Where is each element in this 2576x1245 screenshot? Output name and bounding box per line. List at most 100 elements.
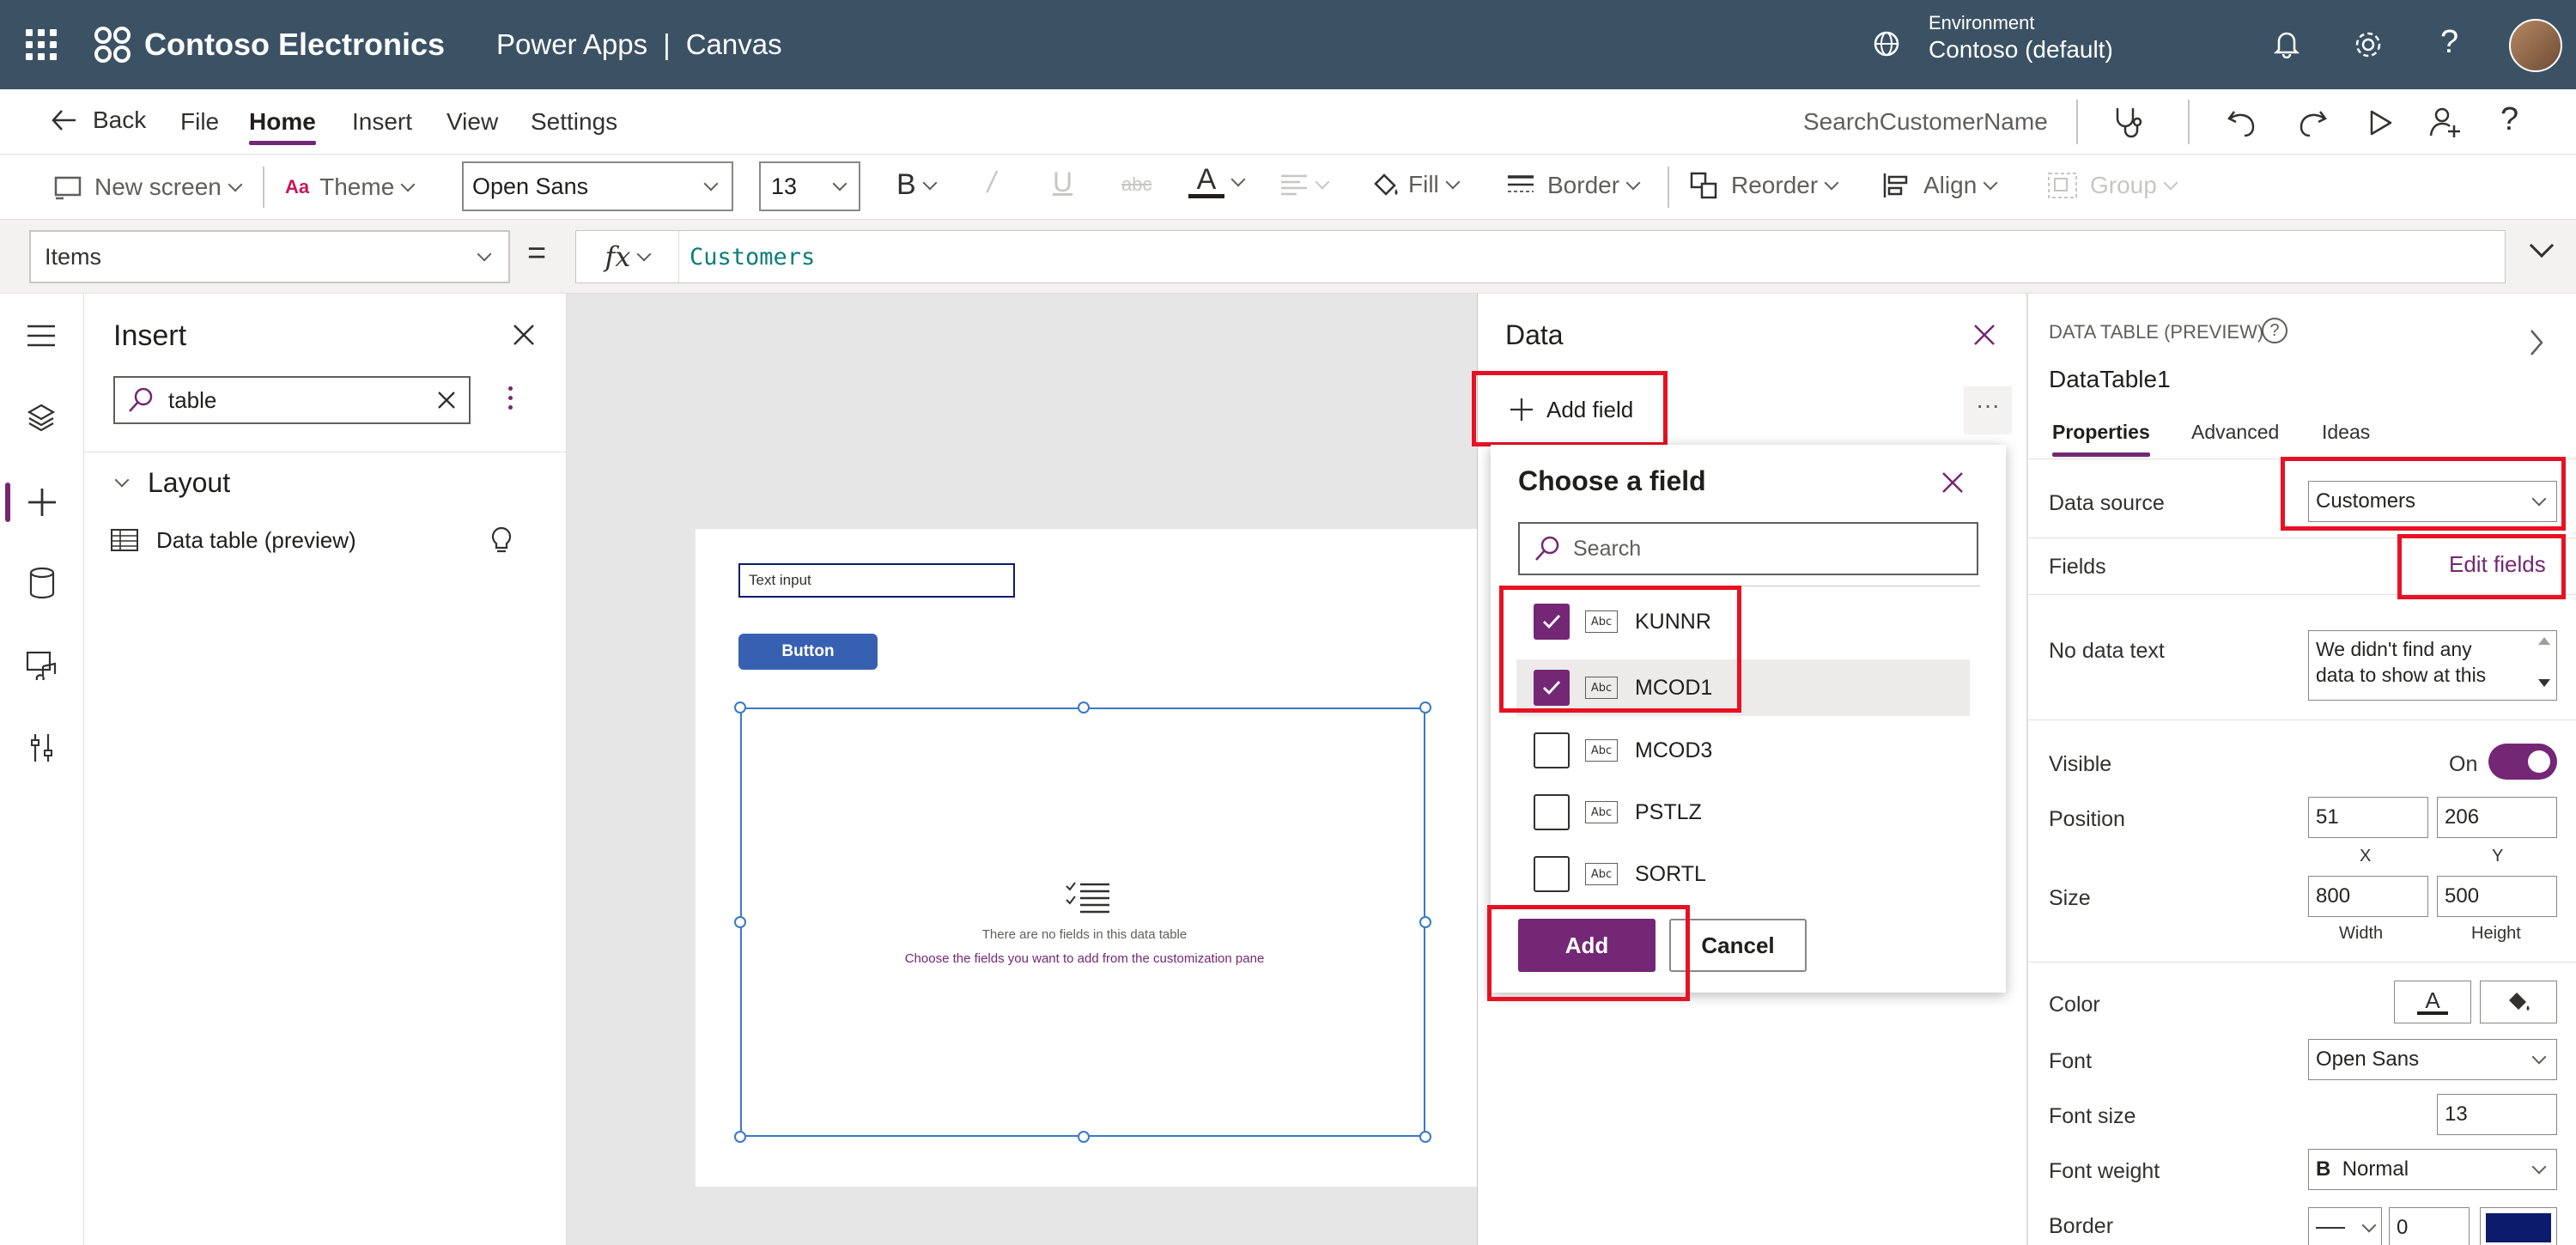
expand-formula-button[interactable] [2524,233,2555,258]
checklist-icon [1066,882,1109,914]
visible-toggle[interactable] [2488,744,2557,780]
property-select[interactable]: Items [29,230,510,283]
user-avatar[interactable] [2509,19,2562,72]
fill-button[interactable]: Fill [1370,170,1461,199]
control-name[interactable]: DataTable1 [2049,366,2171,393]
menu-home[interactable]: Home [249,108,316,145]
border-style-select[interactable] [2308,1207,2382,1245]
cancel-button[interactable]: Cancel [1669,919,1807,972]
border-line-icon [2316,1227,2345,1229]
menu-settings[interactable]: Settings [531,108,617,136]
border-thickness-input[interactable]: 0 [2389,1207,2470,1245]
preview-play-icon[interactable] [2366,108,2394,137]
font-color-button[interactable]: A [1188,165,1246,198]
position-y-input[interactable]: 206 [2437,797,2557,838]
field-checkbox[interactable] [1534,856,1570,892]
resize-handle[interactable] [734,916,746,928]
border-color-picker[interactable] [2480,1207,2557,1245]
environment-picker[interactable]: Environment Contoso (default) [1929,12,2113,64]
field-row-sortl[interactable]: Abc SORTL [1516,845,1970,903]
menu-view[interactable]: View [447,108,498,136]
back-button[interactable]: Back [50,106,146,134]
app-launcher-icon[interactable] [26,29,58,62]
data-cylinder-icon[interactable] [27,567,57,599]
field-search-box[interactable]: Search [1518,522,1978,575]
align-button[interactable]: Align [1882,172,1998,199]
cmd-help-icon[interactable]: ? [2500,101,2518,138]
group-button[interactable]: Group [2047,172,2178,199]
font-select[interactable]: Open Sans [2308,1039,2557,1080]
text-input-control[interactable]: Text input [738,563,1015,598]
new-screen-button[interactable]: New screen [53,173,243,201]
clear-search-icon[interactable] [436,390,457,410]
field-checkbox[interactable] [1534,732,1570,768]
resize-handle[interactable] [1419,701,1431,714]
field-row-mcod3[interactable]: Abc MCOD3 [1516,721,1970,780]
border-color-swatch [2486,1213,2551,1242]
resize-handle[interactable] [734,701,746,714]
resize-handle[interactable] [1078,701,1090,714]
app-screen[interactable]: Text input Button There are no fields in… [696,529,1477,1187]
theme-button[interactable]: Aa Theme [285,173,416,201]
close-data-panel-icon[interactable] [1972,323,1996,347]
resize-handle[interactable] [1419,1131,1431,1143]
formula-input[interactable]: fx Customers [575,230,2506,283]
advanced-tools-icon[interactable] [29,732,55,764]
textarea-scrollbar[interactable] [2533,632,2555,699]
fill-color-picker[interactable] [2480,981,2557,1023]
media-icon[interactable] [26,649,58,680]
font-weight-select[interactable]: B Normal [2308,1149,2557,1190]
close-pane-icon[interactable] [512,323,536,347]
no-data-text-input[interactable]: We didn't find any data to show at this [2308,630,2557,701]
share-add-user-icon[interactable] [2428,105,2463,139]
cmd-divider [2188,100,2190,144]
collapse-panel-chevron-icon[interactable] [2528,328,2545,357]
hamburger-menu-icon[interactable] [26,323,57,349]
button-control[interactable]: Button [738,634,878,670]
tree-view-layers-icon[interactable] [26,402,57,433]
redo-icon[interactable] [2296,106,2329,139]
insert-search-box[interactable]: table [113,376,471,424]
fx-button[interactable]: fx [576,231,679,282]
reorder-button[interactable]: Reorder [1690,172,1839,199]
tab-ideas[interactable]: Ideas [2322,421,2370,444]
resize-handle[interactable] [1419,916,1431,928]
resize-handle[interactable] [1078,1131,1090,1143]
italic-icon[interactable]: / [987,167,995,200]
field-row-pstlz[interactable]: Abc PSTLZ [1516,783,1970,841]
insert-plus-icon[interactable] [26,486,58,519]
layout-section-header[interactable]: Layout [113,467,230,499]
text-align-button[interactable] [1279,173,1330,196]
notification-bell-icon[interactable] [2274,29,2300,58]
menu-file[interactable]: File [180,108,219,136]
lightbulb-icon[interactable] [489,525,513,555]
font-size-input[interactable]: 13 [2437,1094,2557,1135]
strikethrough-icon[interactable]: abc [1121,173,1151,196]
resize-handle[interactable] [734,1131,746,1143]
info-help-icon[interactable]: ? [2262,318,2287,343]
close-popup-icon[interactable] [1941,471,1965,495]
undo-icon[interactable] [2226,106,2258,139]
app-checker-stethoscope-icon[interactable] [2111,105,2147,141]
position-x-input[interactable]: 51 [2308,797,2428,838]
tab-properties[interactable]: Properties [2052,421,2150,457]
border-button[interactable]: Border [1506,172,1641,199]
help-icon[interactable]: ? [2440,24,2458,61]
menu-insert[interactable]: Insert [352,108,412,136]
insert-item-data-table[interactable]: Data table (preview) [110,519,539,562]
underline-icon[interactable]: U [1053,167,1072,198]
data-table-control[interactable]: There are no fields in this data table C… [740,708,1425,1137]
more-options-icon[interactable] [508,386,513,414]
size-height-caption: Height [2471,924,2521,943]
size-width-input[interactable]: 800 [2308,876,2428,917]
text-color-picker[interactable]: A [2394,981,2471,1023]
bold-button[interactable]: B [896,168,938,202]
field-checkbox[interactable] [1534,794,1570,830]
more-options-button[interactable]: ··· [1964,386,2012,434]
tab-advanced[interactable]: Advanced [2191,421,2279,444]
size-height-input[interactable]: 500 [2437,876,2557,917]
font-family-select[interactable]: Open Sans [462,161,733,211]
settings-gear-icon[interactable] [2353,29,2384,60]
screen-name[interactable]: SearchCustomerName [1803,108,2048,136]
font-size-select[interactable]: 13 [759,161,860,211]
